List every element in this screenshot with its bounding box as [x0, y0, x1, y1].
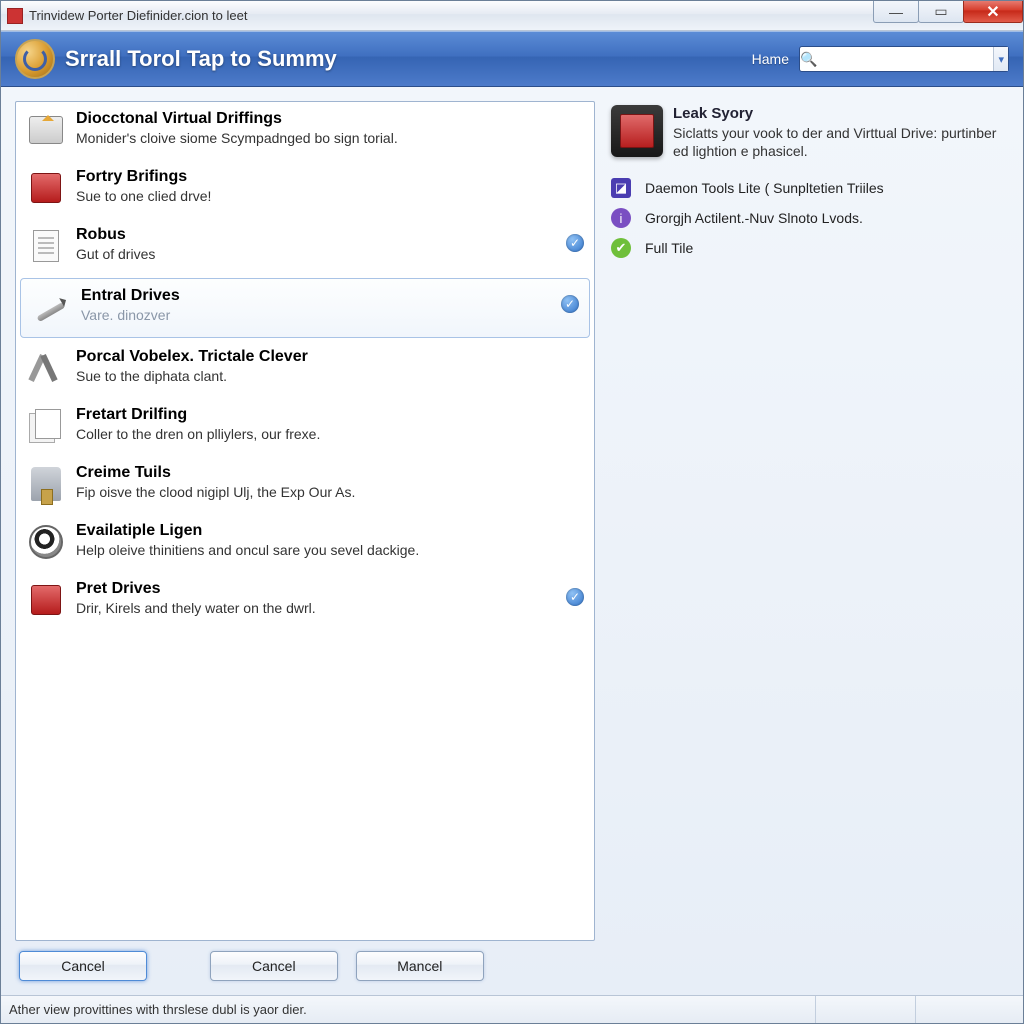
list-item-desc: Fip oisve the clood nigipl Ulj, the Exp … — [76, 484, 584, 500]
tools-icon — [26, 348, 66, 388]
cancel-button-2[interactable]: Cancel — [210, 951, 338, 981]
side-link[interactable]: ◪ Daemon Tools Lite ( Sunpltetien Triiles — [611, 178, 1007, 198]
side-link-label: Full Tile — [645, 240, 693, 256]
check-icon: ✓ — [566, 588, 584, 606]
red-square-icon — [26, 580, 66, 620]
list-item[interactable]: Fretart Drilfing Coller to the dren on pl… — [16, 398, 594, 456]
list-item-desc: Sue to the diphata clant. — [76, 368, 584, 384]
check-icon: ✓ — [566, 234, 584, 252]
list-item-title: Entral Drives — [81, 287, 579, 305]
list-item[interactable]: Entral Drives Vare. dinozver✓ — [20, 278, 590, 338]
search-box[interactable]: 🔍 ▾ — [799, 46, 1009, 72]
cancel-button-1[interactable]: Cancel — [19, 951, 147, 981]
button-row: Cancel Cancel Mancel — [15, 941, 595, 987]
app-window: Trinvidew Porter Diefinider.cion to leet… — [0, 0, 1024, 1024]
list-item[interactable]: Porcal Vobelex. Trictale Clever Sue to th… — [16, 340, 594, 398]
list-item-title: Fretart Drilfing — [76, 406, 584, 424]
list-item[interactable]: Creime Tuils Fip oisve the clood nigipl U… — [16, 456, 594, 514]
list-item-desc: Drir, Kirels and thely water on the dwrl… — [76, 600, 584, 616]
feature-title: Leak Syory — [673, 105, 1007, 122]
search-input[interactable] — [817, 47, 993, 71]
side-link[interactable]: ✔ Full Tile — [611, 238, 1007, 258]
list-item-title: Pret Drives — [76, 580, 584, 598]
side-link-label: Grorgjh Actilent.-Nuv Slnoto Lvods. — [645, 210, 863, 226]
list-item-title: Creime Tuils — [76, 464, 584, 482]
header-title: Srrall Torol Tap to Summy — [65, 46, 752, 72]
box-arrow-icon — [26, 110, 66, 150]
status-bar: Ather view provittines with thrslese dub… — [1, 995, 1023, 1023]
status-pane-1 — [815, 996, 915, 1023]
status-text: Ather view provittines with thrslese dub… — [9, 1002, 815, 1017]
left-column: Diocctonal Virtual Driffings Monider's cl… — [15, 101, 595, 987]
list-item-title: Porcal Vobelex. Trictale Clever — [76, 348, 584, 366]
list-item-desc: Gut of drives — [76, 246, 584, 262]
check-icon: ✓ — [561, 295, 579, 313]
documents-icon — [26, 406, 66, 446]
minimize-button[interactable]: — — [873, 1, 919, 23]
app-icon — [7, 8, 23, 24]
content-area: Diocctonal Virtual Driffings Monider's cl… — [1, 87, 1023, 995]
list-item-desc: Monider's cloive siome Scympadnged bo si… — [76, 130, 584, 146]
document-icon — [26, 226, 66, 266]
close-button[interactable]: ✕ — [963, 1, 1023, 23]
list-item-desc: Help oleive thinitiens and oncul sare yo… — [76, 542, 584, 558]
feature-desc: Siclatts your vook to der and Virttual D… — [673, 124, 1007, 160]
list-item-title: Evailatiple Ligen — [76, 522, 584, 540]
mancel-button[interactable]: Mancel — [356, 951, 484, 981]
list-item-desc: Sue to one clied drve! — [76, 188, 584, 204]
green-circle-icon: ✔ — [611, 238, 631, 258]
list-item[interactable]: Fortry Brifings Sue to one clied drve! — [16, 160, 594, 218]
red-square-icon — [26, 168, 66, 208]
feature-icon — [611, 105, 663, 157]
list-item-title: Diocctonal Virtual Driffings — [76, 110, 584, 128]
list-item[interactable]: Robus Gut of drives✓ — [16, 218, 594, 276]
info-circle-icon: i — [611, 208, 631, 228]
status-pane-2 — [915, 996, 1015, 1023]
list-item-title: Fortry Brifings — [76, 168, 584, 186]
window-title: Trinvidew Porter Diefinider.cion to leet — [29, 8, 874, 23]
side-feature: Leak Syory Siclatts your vook to der and… — [611, 105, 1007, 160]
search-dropdown-button[interactable]: ▾ — [993, 47, 1008, 71]
list-item-desc: Vare. dinozver — [81, 307, 579, 323]
list-item[interactable]: Pret Drives Drir, Kirels and thely water … — [16, 572, 594, 630]
search-icon: 🔍 — [800, 51, 817, 68]
maximize-button[interactable]: ▭ — [918, 1, 964, 23]
clamp-icon — [26, 464, 66, 504]
list-item[interactable]: Evailatiple Ligen Help oleive thinitiens … — [16, 514, 594, 572]
options-list: Diocctonal Virtual Driffings Monider's cl… — [15, 101, 595, 941]
purple-square-icon: ◪ — [611, 178, 631, 198]
pencil-icon — [31, 287, 71, 327]
list-item-title: Robus — [76, 226, 584, 244]
side-link[interactable]: i Grorgjh Actilent.-Nuv Slnoto Lvods. — [611, 208, 1007, 228]
eye-icon — [26, 522, 66, 562]
window-controls: — ▭ ✕ — [874, 1, 1023, 30]
list-item-desc: Coller to the dren on plliylers, our fre… — [76, 426, 584, 442]
side-links: ◪ Daemon Tools Lite ( Sunpltetien Triiles… — [611, 178, 1007, 258]
titlebar: Trinvidew Porter Diefinider.cion to leet… — [1, 1, 1023, 31]
side-link-label: Daemon Tools Lite ( Sunpltetien Triiles — [645, 180, 884, 196]
list-item[interactable]: Diocctonal Virtual Driffings Monider's cl… — [16, 102, 594, 160]
nav-home-link[interactable]: Hame — [752, 51, 789, 67]
right-column: Leak Syory Siclatts your vook to der and… — [609, 101, 1009, 987]
header-logo-icon — [15, 39, 55, 79]
header: Srrall Torol Tap to Summy Hame 🔍 ▾ — [1, 31, 1023, 87]
